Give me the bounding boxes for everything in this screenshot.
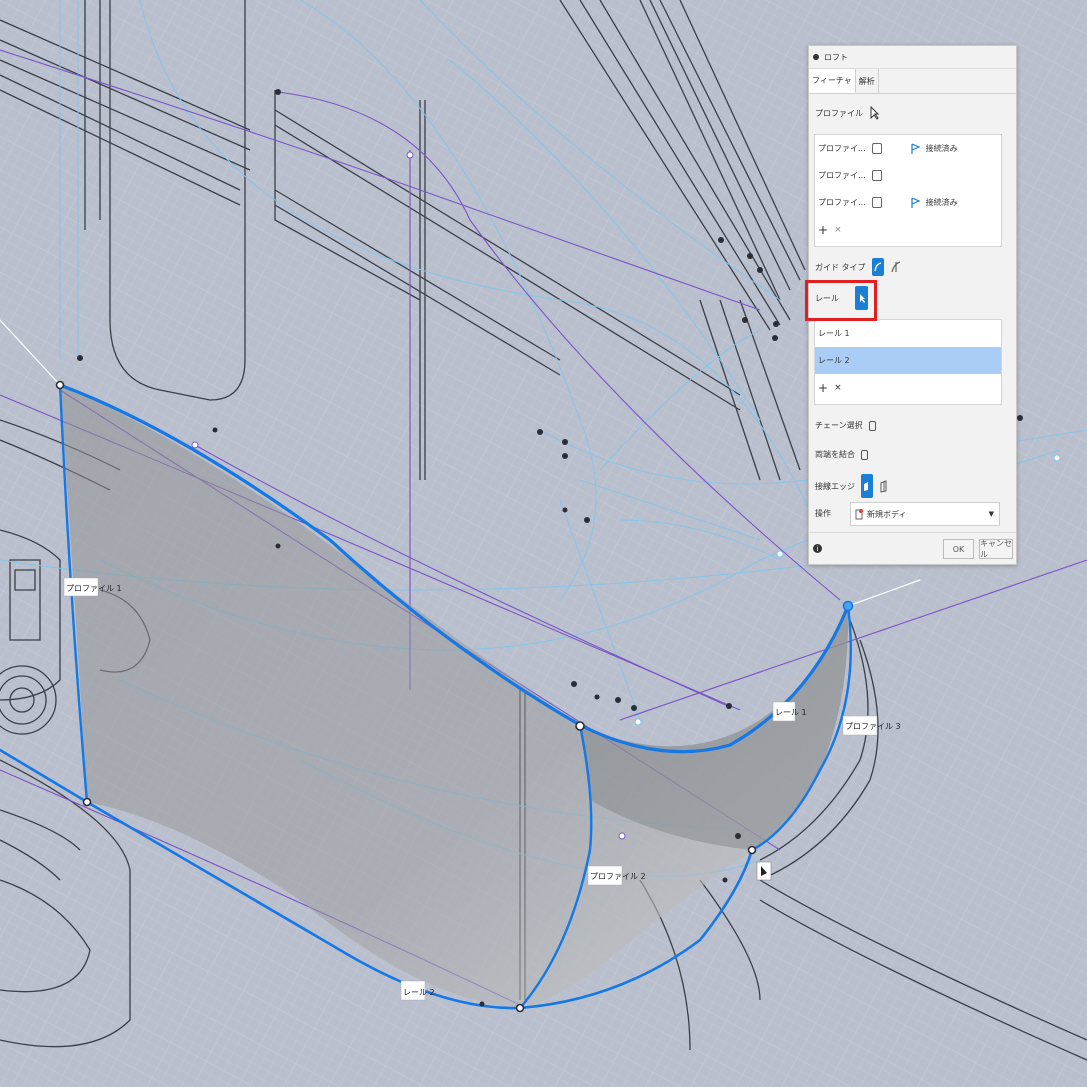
rails-row: レール bbox=[815, 286, 1010, 310]
profile-item[interactable]: プロファイ... 接続済み bbox=[815, 189, 1001, 216]
new-body-icon bbox=[855, 509, 863, 520]
rail-name: レール 1 bbox=[818, 329, 850, 338]
closed-label: 両端を結合 bbox=[815, 450, 855, 459]
chain-selection-label: チェーン選択 bbox=[815, 421, 863, 430]
closed-row: 両端を結合 bbox=[815, 449, 1010, 460]
profiles-list: プロファイ... 接続済み プロファイ... プロファイ... 接続済み + × bbox=[814, 134, 1002, 247]
profile-status: 接続済み bbox=[925, 144, 958, 153]
profile-status: 接続済み bbox=[925, 198, 958, 207]
tangent-edges-label: 接線エッジ bbox=[815, 481, 855, 491]
profile-connect-icon[interactable] bbox=[871, 170, 882, 181]
chain-selection-checkbox[interactable] bbox=[868, 420, 876, 431]
svg-text:プロファイル 1: プロファイル 1 bbox=[66, 584, 122, 593]
profiles-row: プロファイル bbox=[815, 106, 1010, 120]
cancel-button[interactable]: キャンセル bbox=[979, 539, 1013, 559]
add-rail-icon[interactable]: + bbox=[818, 381, 828, 395]
profile-name: プロファイ... bbox=[818, 198, 866, 207]
profile-name: プロファイ... bbox=[818, 144, 866, 153]
operation-value: 新規ボディ bbox=[867, 509, 907, 519]
profile-item[interactable]: プロファイ... bbox=[815, 162, 1001, 189]
profile-item[interactable]: プロファイ... 接続済み bbox=[815, 135, 1001, 162]
svg-text:プロファイル 2: プロファイル 2 bbox=[590, 872, 646, 881]
rail-item-selected[interactable]: レール 2 bbox=[815, 347, 1001, 374]
guide-type-row: ガイド タイプ bbox=[815, 258, 1010, 276]
rail-name: レール 2 bbox=[818, 356, 850, 365]
dialog-icon bbox=[813, 54, 819, 60]
closed-checkbox[interactable] bbox=[861, 449, 868, 460]
svg-text:レール 1: レール 1 bbox=[775, 708, 807, 717]
chain-selection-row: チェーン選択 bbox=[815, 420, 1010, 431]
tab-features[interactable]: フィーチャ bbox=[809, 69, 856, 93]
flag-icon bbox=[911, 196, 920, 208]
rails-label: レール bbox=[815, 293, 839, 303]
select-cursor-icon[interactable] bbox=[869, 106, 879, 120]
remove-rail-icon[interactable]: × bbox=[834, 383, 842, 393]
flag-icon bbox=[911, 142, 920, 154]
operation-select[interactable]: 新規ボディ ▼ bbox=[850, 502, 1000, 526]
dialog-title: ロフト bbox=[824, 52, 848, 62]
divider bbox=[809, 532, 1016, 533]
tangent-edges-row: 接線エッジ bbox=[815, 474, 1010, 498]
remove-profile-icon[interactable]: × bbox=[834, 225, 842, 235]
profile-connect-icon[interactable] bbox=[871, 197, 882, 208]
rail-item[interactable]: レール 1 bbox=[815, 320, 1001, 347]
operation-label: 操作 bbox=[815, 509, 831, 518]
rails-list: レール 1 レール 2 + × bbox=[814, 319, 1002, 405]
profile-actions: + × bbox=[815, 216, 1001, 243]
centerline-guide-icon[interactable] bbox=[890, 260, 902, 274]
chevron-down-icon: ▼ bbox=[988, 510, 994, 518]
loft-dialog[interactable]: ロフト フィーチャ 解析 プロファイル プロファイ... 接続済み プロファイ.… bbox=[808, 45, 1017, 565]
dialog-titlebar[interactable]: ロフト bbox=[809, 46, 1016, 69]
profiles-label: プロファイル bbox=[815, 108, 863, 118]
merge-tangent-edges-icon[interactable] bbox=[861, 474, 873, 498]
info-icon[interactable]: i bbox=[813, 544, 822, 553]
profile-name: プロファイ... bbox=[818, 171, 866, 180]
svg-text:プロファイル 3: プロファイル 3 bbox=[845, 722, 901, 731]
keep-tangent-edges-icon[interactable] bbox=[879, 479, 889, 493]
rail-actions: + × bbox=[815, 374, 1001, 401]
rails-guide-icon[interactable] bbox=[871, 258, 884, 276]
rail-select-cursor-icon[interactable] bbox=[855, 286, 868, 310]
add-profile-icon[interactable]: + bbox=[818, 223, 828, 237]
tab-analysis[interactable]: 解析 bbox=[856, 69, 879, 93]
ok-button[interactable]: OK bbox=[943, 539, 974, 559]
dialog-tabs: フィーチャ 解析 bbox=[809, 69, 1016, 94]
cursor-marker bbox=[756, 861, 772, 881]
profile-connect-icon[interactable] bbox=[871, 143, 882, 154]
svg-text:レール 2: レール 2 bbox=[403, 988, 435, 997]
guide-type-label: ガイド タイプ bbox=[815, 262, 866, 272]
